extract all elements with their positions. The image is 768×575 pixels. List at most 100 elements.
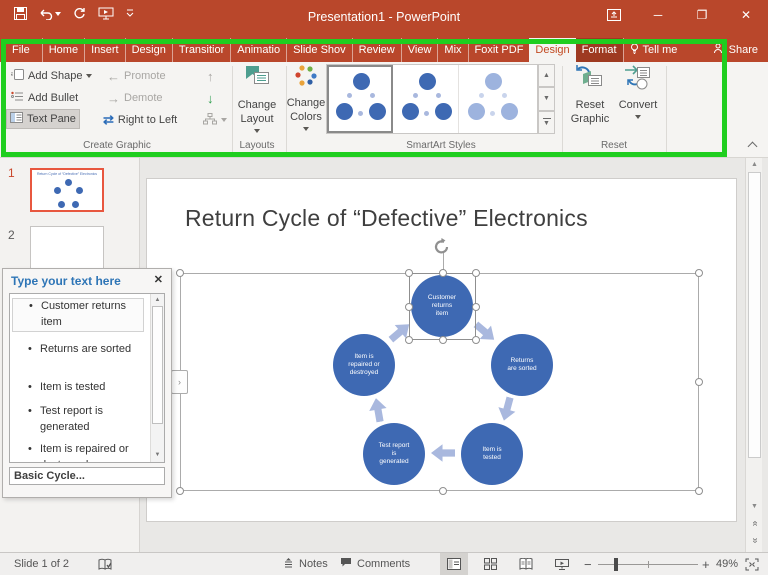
slide-sorter-button[interactable]: [476, 553, 504, 575]
next-slide-button[interactable]: »: [746, 535, 763, 546]
tab-tell-me[interactable]: Tell me: [623, 38, 684, 62]
text-pane-item[interactable]: • Item is tested: [12, 380, 144, 396]
demote-arrow-icon: →: [107, 91, 120, 106]
gallery-scroll-up-button[interactable]: ▲: [538, 64, 555, 87]
shape-handle-bottom-right[interactable]: [472, 336, 480, 344]
tab-view[interactable]: View: [402, 38, 439, 62]
move-up-button[interactable]: ↑: [204, 66, 217, 86]
tab-smartart-design-active[interactable]: Design: [529, 38, 575, 62]
ribbon: Add Shape Add Bullet Text Pane ← Promote…: [0, 62, 768, 158]
scroll-up-icon[interactable]: ▲: [746, 161, 763, 168]
slide-2-thumbnail[interactable]: [30, 226, 104, 270]
frame-handle-bottom-mid[interactable]: [439, 487, 447, 495]
tab-insert[interactable]: Insert: [85, 38, 126, 62]
tab-review[interactable]: Review: [353, 38, 402, 62]
reset-graphic-button[interactable]: Reset Graphic: [568, 64, 612, 136]
convert-button[interactable]: Convert: [616, 64, 660, 136]
collapse-ribbon-button[interactable]: [748, 142, 758, 148]
shape-handle-top-left[interactable]: [405, 269, 413, 277]
text-pane-item-selected[interactable]: • Customer returns item: [12, 298, 144, 332]
text-pane-item[interactable]: • Item is repaired or destroyed: [12, 442, 144, 463]
comments-button[interactable]: Comments: [340, 553, 410, 575]
tab-mix[interactable]: Mix: [438, 38, 468, 62]
spell-check-icon[interactable]: [98, 553, 113, 575]
frame-handle-mid-right[interactable]: [695, 378, 703, 386]
shape-handle-bottom-mid[interactable]: [439, 336, 447, 344]
scroll-down-icon[interactable]: ▼: [746, 503, 763, 510]
cycle-node-item-is-tested[interactable]: Item is tested: [461, 423, 523, 485]
tab-file[interactable]: File: [0, 38, 43, 62]
demote-button[interactable]: → Demote: [104, 88, 166, 108]
shape-handle-top-right[interactable]: [472, 269, 480, 277]
change-colors-button[interactable]: Change Colors: [288, 64, 324, 136]
right-to-left-button[interactable]: ⇄ Right to Left: [100, 110, 180, 130]
comments-icon: [340, 557, 352, 571]
gallery-scroll-down-button[interactable]: ▼: [538, 87, 555, 110]
text-pane-item[interactable]: • Returns are sorted: [12, 342, 144, 358]
ribbon-display-options-button[interactable]: [592, 0, 636, 30]
text-pane-scroll-up-icon[interactable]: ▲: [151, 297, 164, 303]
tab-transitions[interactable]: Transitior: [173, 38, 231, 62]
promote-button[interactable]: ← Promote: [104, 66, 169, 86]
slideshow-button[interactable]: [548, 553, 576, 575]
tab-design[interactable]: Design: [126, 38, 173, 62]
text-pane-close-icon[interactable]: ✕: [154, 273, 163, 286]
slide-indicator[interactable]: Slide 1 of 2: [14, 553, 69, 575]
style-thumbnail-3[interactable]: [459, 65, 525, 133]
frame-handle-bottom-left[interactable]: [176, 487, 184, 495]
cycle-node-test-report-is-generated[interactable]: Test report is generated: [363, 423, 425, 485]
text-pane-button[interactable]: Text Pane: [6, 109, 80, 129]
tab-slide-show[interactable]: Slide Shov: [287, 38, 353, 62]
move-up-icon: ↑: [207, 69, 214, 84]
frame-handle-top-left[interactable]: [176, 269, 184, 277]
slide-1-thumbnail[interactable]: Return Cycle of “Defective” Electronics: [30, 168, 104, 212]
org-chart-caret-icon: [221, 118, 227, 122]
tab-animations[interactable]: Animatio: [231, 38, 287, 62]
shape-handle-top-mid[interactable]: [439, 269, 447, 277]
shape-handle-bottom-left[interactable]: [405, 336, 413, 344]
normal-view-button[interactable]: [440, 553, 468, 575]
text-pane-scroll-thumb[interactable]: [152, 306, 163, 424]
reading-view-button[interactable]: [512, 553, 540, 575]
frame-handle-bottom-right[interactable]: [695, 487, 703, 495]
gallery-more-button[interactable]: ▼: [538, 111, 555, 134]
text-pane-toggle-tab[interactable]: ›: [171, 370, 188, 394]
frame-handle-top-right[interactable]: [695, 269, 703, 277]
zoom-slider-thumb[interactable]: [614, 558, 618, 571]
text-pane-scroll-down-icon[interactable]: ▼: [151, 452, 164, 458]
style-thumbnail-2[interactable]: [393, 65, 459, 133]
style-thumbnail-1-selected[interactable]: [327, 65, 393, 133]
org-chart-layout-button[interactable]: [200, 110, 230, 130]
shape-handle-mid-left[interactable]: [405, 303, 413, 311]
close-button[interactable]: ✕: [724, 0, 768, 30]
share-button[interactable]: Share: [703, 38, 768, 62]
vertical-scrollbar[interactable]: ▲ ▼ « »: [745, 158, 762, 552]
cycle-node-item-is-repaired-or-destroyed[interactable]: Item is repaired or destroyed: [333, 334, 395, 396]
text-pane-item[interactable]: • Test report is generated: [12, 404, 144, 436]
tab-foxit-pdf[interactable]: Foxit PDF: [469, 38, 530, 62]
title-bar: Presentation1 - PowerPoint ─ ❐ ✕: [0, 0, 768, 38]
zoom-out-button[interactable]: −: [584, 553, 592, 575]
previous-slide-button[interactable]: «: [746, 518, 763, 529]
thumbnail-title-text: Return Cycle of “Defective” Electronics: [34, 172, 100, 176]
move-down-button[interactable]: ↓: [204, 88, 217, 108]
add-shape-button[interactable]: Add Shape: [8, 66, 95, 86]
change-layout-button[interactable]: Change Layout: [234, 64, 280, 136]
slide-title[interactable]: Return Cycle of “Defective” Electronics: [185, 205, 588, 232]
tab-home[interactable]: Home: [43, 38, 85, 62]
fit-slide-to-window-button[interactable]: [745, 553, 759, 575]
tab-smartart-format[interactable]: Format: [576, 38, 623, 62]
rotate-handle[interactable]: [431, 237, 453, 262]
add-bullet-button[interactable]: Add Bullet: [8, 88, 81, 108]
slide-canvas[interactable]: Return Cycle of “Defective” Electronics …: [146, 178, 737, 522]
notes-button[interactable]: Notes: [283, 553, 328, 575]
shape-handle-mid-right[interactable]: [472, 303, 480, 311]
cycle-node-returns-are-sorted[interactable]: Returns are sorted: [491, 334, 553, 396]
scrollbar-thumb[interactable]: [748, 172, 761, 458]
zoom-in-button[interactable]: +: [702, 553, 710, 575]
restore-button[interactable]: ❐: [680, 0, 724, 30]
promote-arrow-icon: ←: [107, 69, 120, 84]
text-pane-scrollbar[interactable]: ▲ ▼: [150, 294, 164, 462]
minimize-button[interactable]: ─: [636, 0, 680, 30]
zoom-level[interactable]: 49%: [716, 553, 738, 575]
